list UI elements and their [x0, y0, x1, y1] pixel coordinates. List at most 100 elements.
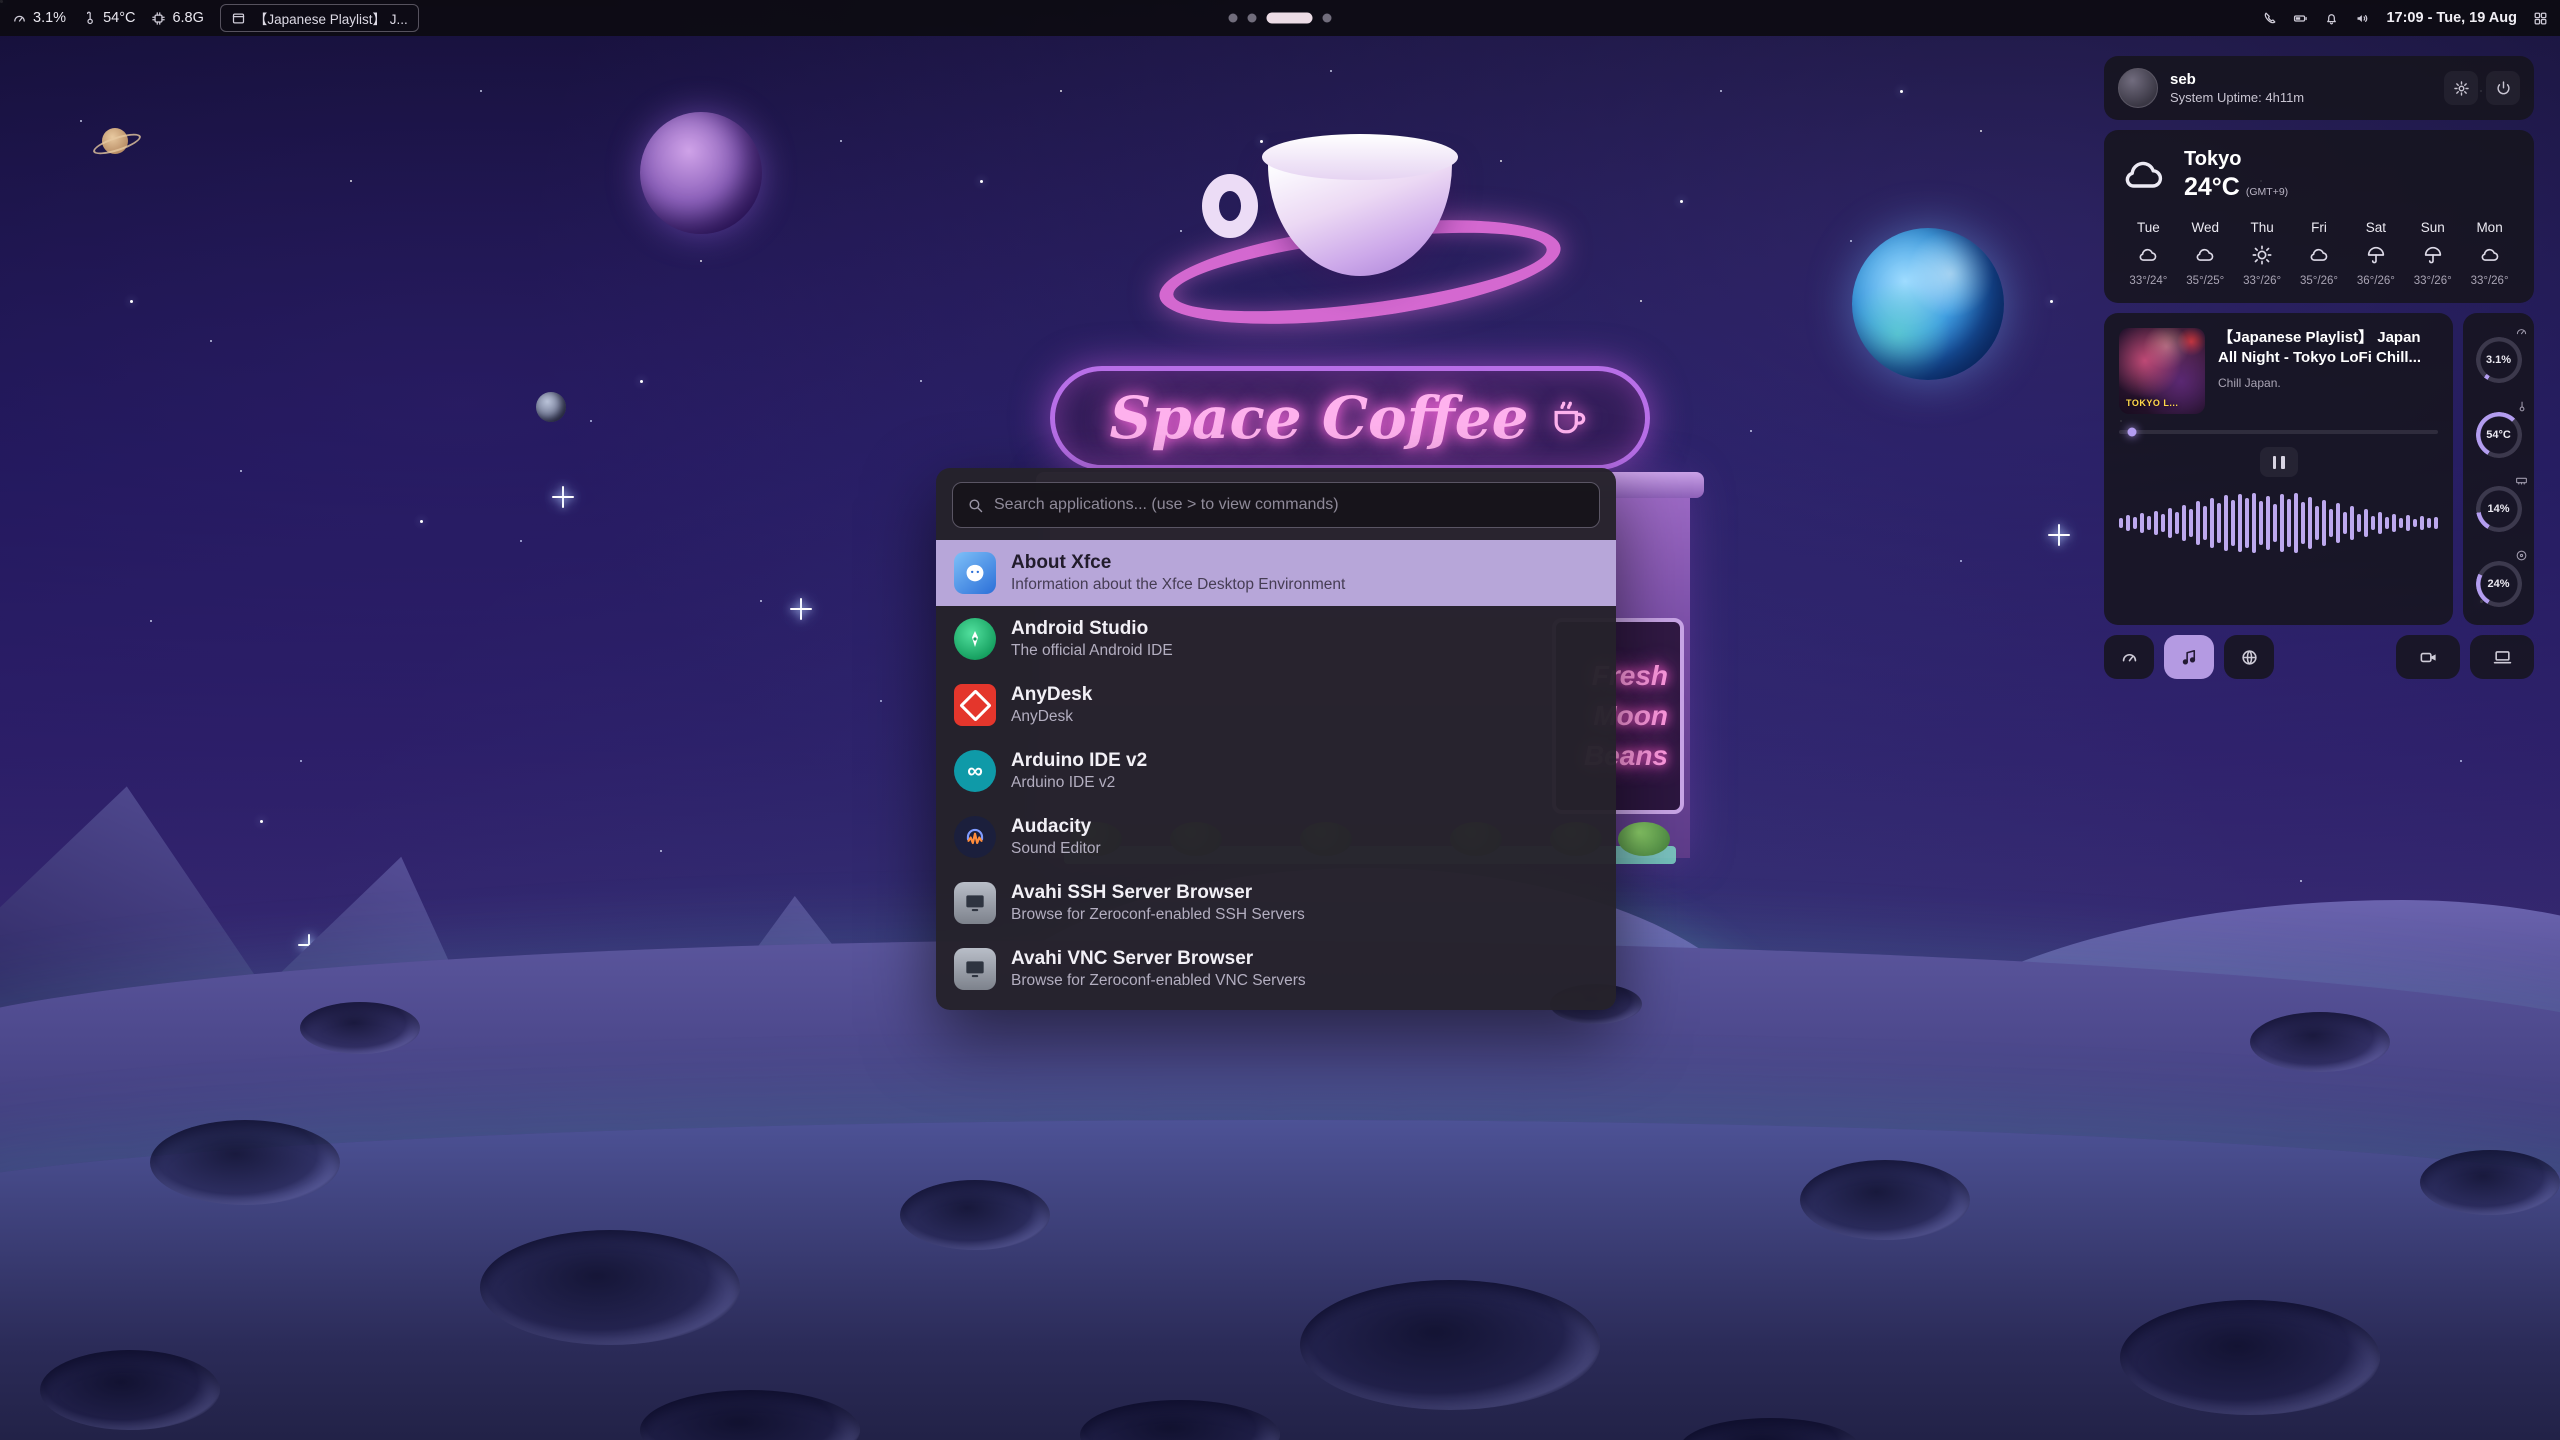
forecast-day-label: Thu	[2251, 220, 2274, 235]
launcher-search-box	[952, 482, 1600, 528]
app-description: AnyDesk	[1011, 707, 1092, 727]
launcher-app-row[interactable]: Android Studio The official Android IDE	[936, 606, 1616, 672]
coffee-cup-icon	[1547, 396, 1591, 440]
topbar-right-section: 17:09 - Tue, 19 Aug	[2262, 10, 2548, 26]
crater	[150, 1120, 340, 1205]
crater	[2420, 1150, 2560, 1215]
temperature-gauge: 54°C	[2468, 400, 2530, 464]
topbar-left-section: 3.1% 54°C 6.8G 【Japanese Playlist】 J...	[12, 4, 419, 32]
workspace-dot[interactable]	[1229, 14, 1238, 23]
music-note-icon	[2180, 648, 2199, 667]
weather-header: Tokyo 24°C (GMT+9)	[2120, 148, 2518, 202]
disk-gauge: 24%	[2468, 549, 2530, 613]
gauge-value: 3.1%	[2476, 337, 2522, 383]
forecast-day: Mon 33°/26°	[2461, 220, 2518, 287]
launcher-app-row[interactable]: Audacity Sound Editor	[936, 804, 1616, 870]
power-icon	[2495, 80, 2512, 97]
forecast-day-label: Mon	[2476, 220, 2502, 235]
star-sparkle	[790, 598, 812, 620]
app-description: The official Android IDE	[1011, 641, 1173, 661]
top-panel: 3.1% 54°C 6.8G 【Japanese Playlist】 J... …	[0, 0, 2560, 36]
crater	[1300, 1280, 1600, 1410]
forecast-day-label: Sat	[2366, 220, 2386, 235]
forecast-day-label: Sun	[2421, 220, 2445, 235]
launcher-app-row[interactable]: Avahi VNC Server Browser Browse for Zero…	[936, 936, 1616, 1002]
pause-icon	[2281, 456, 2285, 469]
app-description: Browse for Zeroconf-enabled SSH Servers	[1011, 905, 1305, 925]
bell-icon[interactable]	[2324, 11, 2339, 26]
saturn-cup	[1210, 130, 1510, 340]
pause-button[interactable]	[2260, 447, 2298, 477]
gauge-value: 14%	[2476, 486, 2522, 532]
app-grid-icon[interactable]	[2533, 11, 2548, 26]
playback-progress-bar[interactable]	[2119, 430, 2438, 434]
gear-icon	[2453, 80, 2470, 97]
battery-icon[interactable]	[2293, 11, 2308, 26]
settings-button[interactable]	[2444, 71, 2478, 105]
music-and-gauges: TOKYO L... 【Japanese Playlist】 Japan All…	[2104, 313, 2534, 625]
umbrella-icon	[2365, 244, 2387, 266]
app-name: Audacity	[1011, 815, 1101, 840]
volume-icon[interactable]	[2355, 11, 2370, 26]
forecast-temps: 33°/26°	[2243, 275, 2281, 287]
screen-record-button[interactable]	[2396, 635, 2460, 679]
search-icon	[967, 497, 984, 514]
cloud-icon	[2137, 244, 2159, 266]
forecast-day-label: Wed	[2192, 220, 2220, 235]
track-artist: Chill Japan.	[2218, 376, 2438, 390]
progress-handle[interactable]	[2127, 428, 2136, 437]
keyboard-button[interactable]	[2470, 635, 2534, 679]
neon-sign-text: Space Coffee	[1109, 384, 1528, 452]
server-monitor-icon	[954, 948, 996, 990]
pause-icon	[2273, 456, 2277, 469]
workspace-dot[interactable]	[1248, 14, 1257, 23]
music-waveform	[2119, 491, 2438, 555]
search-input[interactable]	[994, 496, 1585, 514]
workspace-active-pill[interactable]	[1267, 13, 1313, 24]
launcher-app-row[interactable]: AnyDesk AnyDesk	[936, 672, 1616, 738]
forecast-day: Sat 36°/26°	[2347, 220, 2404, 287]
system-uptime: System Uptime: 4h11m	[2170, 90, 2304, 105]
forecast-day-label: Fri	[2311, 220, 2327, 235]
weather-timezone: (GMT+9)	[2246, 186, 2288, 198]
temperature-value: 54°C	[103, 10, 135, 26]
app-description: Arduino IDE v2	[1011, 773, 1147, 793]
clock[interactable]: 17:09 - Tue, 19 Aug	[2386, 10, 2517, 26]
system-gauges: 3.1% 54°C 14% 24%	[2463, 313, 2534, 625]
forecast-day: Fri 35°/26°	[2291, 220, 2348, 287]
workspace-dot[interactable]	[1323, 14, 1332, 23]
xfce-mouse-icon	[954, 552, 996, 594]
phone-icon[interactable]	[2262, 11, 2277, 26]
earth-planet	[1852, 228, 2004, 380]
gauge-value: 24%	[2476, 561, 2522, 607]
weather-city: Tokyo	[2184, 148, 2288, 171]
crater	[2250, 1012, 2390, 1072]
memory-gauge: 14%	[2468, 474, 2530, 538]
app-name: Arduino IDE v2	[1011, 749, 1147, 774]
cup-top	[1262, 134, 1458, 180]
launcher-app-row[interactable]: About Xfce Information about the Xfce De…	[936, 540, 1616, 606]
star-sparkle	[2048, 524, 2070, 546]
forecast-temps: 35°/25°	[2186, 275, 2224, 287]
music-panel-button[interactable]	[2164, 635, 2214, 679]
cpu-gauge: 3.1%	[2468, 325, 2530, 389]
forecast-day: Thu 33°/26°	[2234, 220, 2291, 287]
quick-buttons-left	[2104, 635, 2274, 679]
album-art[interactable]: TOKYO L...	[2119, 328, 2205, 414]
launcher-app-row[interactable]: Avahi SSH Server Browser Browse for Zero…	[936, 870, 1616, 936]
globe-button[interactable]	[2224, 635, 2274, 679]
launcher-app-row[interactable]: ∞ Arduino IDE v2 Arduino IDE v2	[936, 738, 1616, 804]
window-icon	[231, 11, 246, 26]
now-playing-chip[interactable]: 【Japanese Playlist】 J...	[220, 4, 419, 32]
memory-stat: 6.8G	[151, 10, 203, 26]
music-player-widget: TOKYO L... 【Japanese Playlist】 Japan All…	[2104, 313, 2453, 625]
dashboard-button[interactable]	[2104, 635, 2154, 679]
app-name: About Xfce	[1011, 551, 1345, 576]
avatar[interactable]	[2118, 68, 2158, 108]
chip-icon	[151, 11, 166, 26]
app-name: Avahi VNC Server Browser	[1011, 947, 1306, 972]
power-button[interactable]	[2486, 71, 2520, 105]
crater	[2120, 1300, 2380, 1415]
app-description: Browse for Zeroconf-enabled VNC Servers	[1011, 971, 1306, 991]
cup-handle	[1202, 174, 1258, 238]
